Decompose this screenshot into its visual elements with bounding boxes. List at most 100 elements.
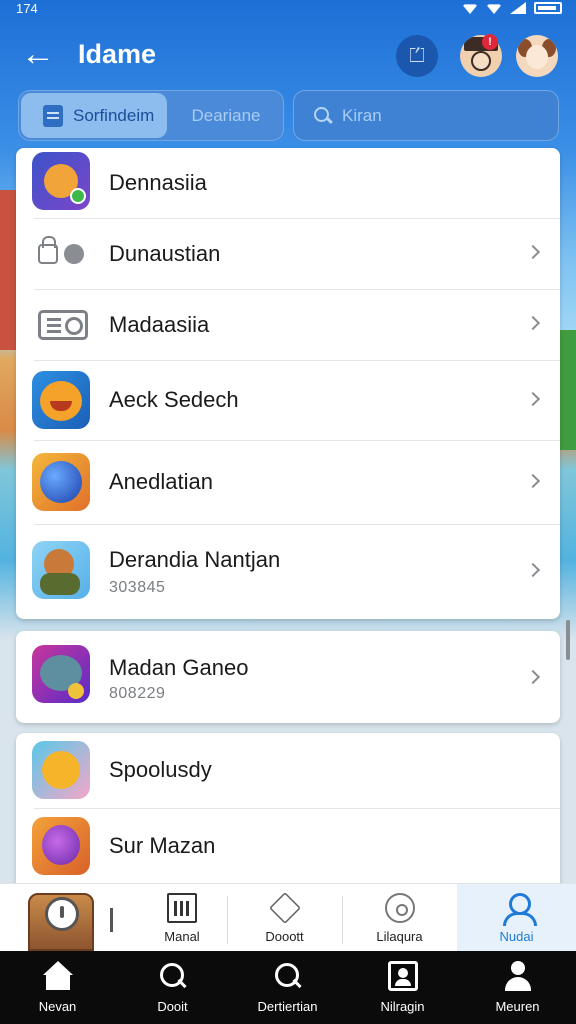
nav-label: Dertiertian	[257, 999, 318, 1014]
notification-badge: !	[482, 34, 498, 50]
bird-face	[42, 751, 80, 789]
game-icon-gem	[32, 817, 90, 875]
game-icon-warrior	[32, 541, 90, 599]
list-item[interactable]: Madan Ganeo 808229	[16, 631, 560, 723]
list-item[interactable]: Sur Mazan	[16, 809, 560, 893]
nav-search[interactable]: Dooit	[115, 951, 230, 1024]
game-icon-monster	[32, 645, 90, 703]
page-title: Idame	[78, 39, 157, 69]
tab-label: Manal	[164, 928, 200, 944]
face-shape	[471, 51, 491, 71]
arrow-left-icon: ←	[21, 35, 55, 73]
avatar-girl[interactable]	[516, 35, 558, 77]
game-thumbnail[interactable]	[28, 893, 94, 951]
scrollbar[interactable]	[566, 620, 570, 660]
battery-icon	[534, 2, 562, 14]
wifi-icon-2	[486, 4, 502, 14]
building-icon	[167, 892, 197, 923]
chevron-right-icon	[525, 244, 541, 260]
nav-label: Nevan	[38, 999, 77, 1014]
list-item-label: Dennasiia	[109, 170, 207, 195]
lock-icon-group	[38, 236, 84, 264]
nav-label: Nilragin	[380, 999, 425, 1014]
tab-dooott[interactable]: Dooott	[228, 884, 341, 952]
tab-lilaqura[interactable]: Lilaqura	[343, 884, 456, 952]
list-item-label: Derandia Nantjan	[109, 547, 281, 572]
list-item-label: Aeck Sedech	[109, 387, 239, 412]
list-item-label: Madan Ganeo	[109, 655, 249, 680]
chevron-right-icon	[525, 391, 541, 407]
face-shape	[526, 45, 548, 69]
game-icon-fox	[32, 152, 90, 210]
segment-tab-1[interactable]: Sorfindeim	[21, 93, 167, 138]
list-item[interactable]: Spoolusdy	[16, 733, 560, 809]
list-item[interactable]: Madaasiia	[16, 290, 560, 361]
game-icon-cat	[32, 371, 90, 429]
list-item-label: Anedlatian	[109, 469, 213, 494]
segment-tab-1-label: Sorfindeim	[73, 105, 155, 125]
status-time: 174	[16, 1, 38, 16]
app-header: ← Idame ⏍ !	[0, 28, 576, 84]
search-input[interactable]	[342, 105, 542, 126]
back-button[interactable]: ←	[18, 36, 58, 76]
thumbnail-separator	[110, 908, 113, 932]
list-card-3: Spoolusdy Sur Mazan	[16, 733, 560, 893]
gem-shape	[42, 825, 80, 865]
tab-label: Lilaqura	[376, 928, 423, 944]
search-box	[293, 90, 559, 141]
nav-search-2[interactable]: Dertiertian	[230, 951, 345, 1024]
nav-portrait[interactable]: Nilragin	[345, 951, 460, 1024]
search-icon	[158, 961, 188, 991]
search-icon	[314, 106, 332, 125]
orb-shape	[40, 461, 82, 503]
monster-coin	[68, 683, 84, 699]
list-card-2: Madan Ganeo 808229	[16, 631, 560, 723]
background-tree	[558, 330, 576, 450]
list-item[interactable]: Aeck Sedech	[16, 361, 560, 441]
signal-icon	[510, 2, 526, 14]
segment-tab-2[interactable]: Deariane	[169, 93, 283, 138]
game-icon-orb	[32, 453, 90, 511]
nav-home[interactable]: Nevan	[0, 951, 115, 1024]
tab-manal[interactable]: Manal	[138, 884, 226, 952]
game-icon-bird	[32, 741, 90, 799]
list-item[interactable]: Dennasiia	[16, 148, 560, 219]
power-ring-icon	[45, 897, 79, 931]
chevron-right-icon	[525, 669, 541, 685]
nav-label: Dooit	[157, 999, 188, 1014]
list-item-subtitle: 303845	[109, 579, 166, 596]
chevron-right-icon	[525, 562, 541, 578]
chevron-right-icon	[525, 473, 541, 489]
tab-label: Dooott	[265, 928, 304, 944]
box-icon	[268, 891, 301, 924]
id-card-icon	[38, 310, 88, 340]
list-item-label: Sur Mazan	[109, 833, 216, 858]
list-item-label: Spoolusdy	[109, 757, 212, 782]
status-bar: 174	[0, 0, 576, 22]
person-outline-icon: ⏍	[409, 45, 425, 67]
warrior-body	[40, 573, 80, 595]
search-icon	[273, 961, 303, 991]
tab-label: Nudai	[499, 928, 534, 944]
ring-icon	[384, 892, 415, 923]
segmented-control: Sorfindeim Deariane	[18, 90, 284, 141]
chevron-right-icon	[525, 315, 541, 331]
list-item-label: Madaasiia	[109, 312, 210, 337]
list-card-1: Dennasiia Dunaustian Madaasiia Aeck Sede…	[16, 148, 560, 619]
status-icons	[462, 2, 562, 14]
lock-icon	[38, 236, 58, 264]
document-icon	[43, 104, 63, 127]
list-item-label: Dunaustian	[109, 241, 221, 266]
list-item[interactable]: Dunaustian	[16, 219, 560, 290]
nav-profile[interactable]: Meuren	[460, 951, 575, 1024]
fox-badge	[70, 188, 86, 204]
list-item[interactable]: Derandia Nantjan 303845	[16, 525, 560, 619]
wifi-icon	[462, 4, 478, 14]
profile-button[interactable]: ⏍	[396, 35, 438, 77]
document-icon-group	[38, 310, 88, 340]
person-icon	[503, 961, 533, 991]
status-dot-icon	[64, 244, 84, 264]
tab-nudai[interactable]: Nudai	[457, 884, 576, 952]
portrait-icon	[387, 961, 418, 991]
list-item[interactable]: Anedlatian	[16, 441, 560, 525]
